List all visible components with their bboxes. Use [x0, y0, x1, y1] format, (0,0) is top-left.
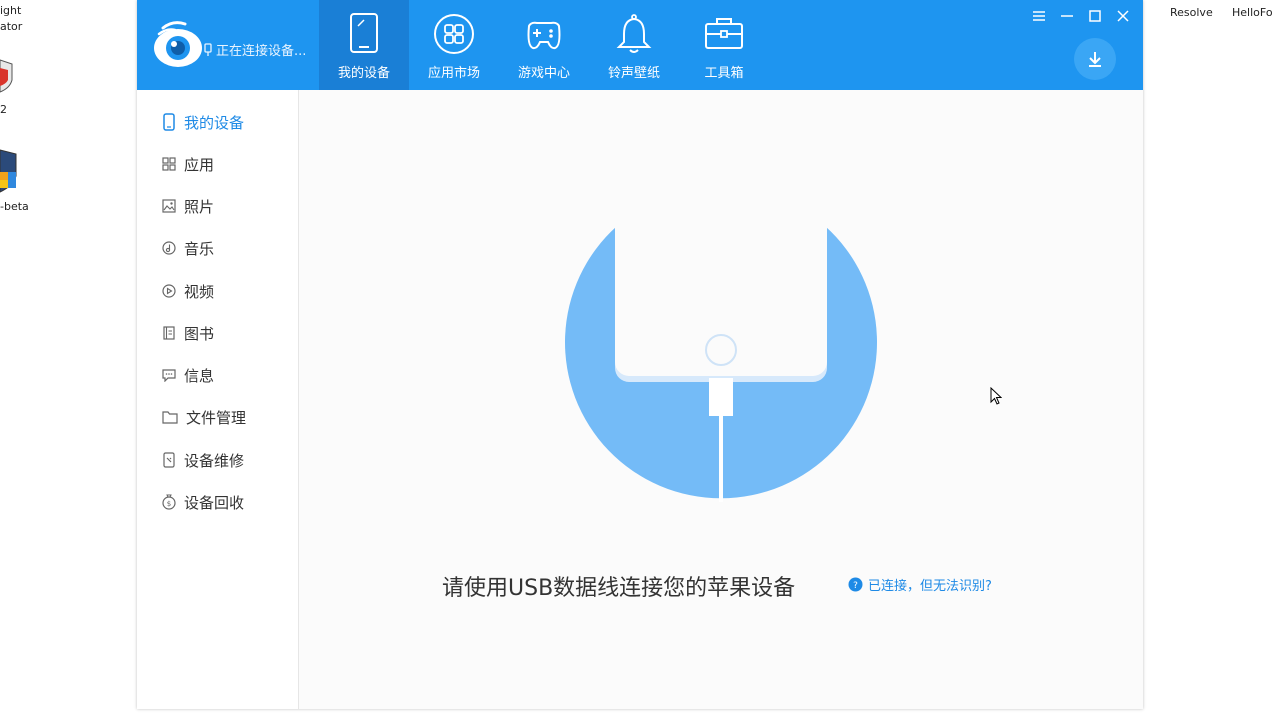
usb-connect-illustration	[565, 226, 877, 502]
sidebar-item-video[interactable]: 视频	[162, 279, 214, 303]
video-icon	[162, 284, 176, 298]
download-button[interactable]	[1074, 38, 1116, 80]
sidebar-item-books[interactable]: 图书	[162, 321, 214, 345]
download-icon	[1089, 52, 1101, 67]
sidebar-item-label: 照片	[184, 197, 215, 216]
music-icon	[162, 241, 176, 255]
connection-status-text: 正在连接设备...	[216, 44, 307, 59]
svg-text:$: $	[167, 500, 171, 508]
shield-app-icon[interactable]	[0, 58, 14, 94]
help-icon: ?	[848, 577, 863, 592]
tab-app-market[interactable]: 应用市场	[409, 0, 499, 90]
desktop-icon-label[interactable]: 2	[0, 103, 7, 116]
tab-label: 游戏中心	[517, 66, 570, 81]
minimize-icon[interactable]	[1059, 8, 1075, 24]
repair-icon	[163, 452, 175, 468]
recycle-icon: $	[162, 494, 176, 510]
sidebar-item-label: 音乐	[184, 239, 215, 258]
app-window: 正在连接设备... 我的设备 应用市场 游戏中心 铃声壁纸 工具箱 我的设备 应…	[137, 0, 1143, 709]
sidebar-item-music[interactable]: 音乐	[162, 236, 214, 260]
sidebar-item-label: 文件管理	[186, 408, 247, 427]
main-content: 请使用USB数据线连接您的苹果设备 ? 已连接，但无法识别?	[299, 90, 1143, 709]
menu-icon[interactable]	[1031, 8, 1047, 24]
top-bar: 正在连接设备... 我的设备 应用市场 游戏中心 铃声壁纸 工具箱	[137, 0, 1143, 90]
tablet-icon	[350, 13, 378, 53]
tab-game-center[interactable]: 游戏中心	[499, 0, 589, 90]
sidebar-item-label: 设备回收	[184, 493, 245, 512]
tab-ringtone-wallpaper[interactable]: 铃声壁纸	[589, 0, 679, 90]
tab-label: 我的设备	[337, 66, 390, 81]
apps-icon	[162, 157, 176, 171]
sidebar-item-my-device[interactable]: 我的设备	[162, 110, 244, 134]
photo-icon	[162, 199, 176, 213]
desktop-icon-label[interactable]: -beta	[0, 200, 29, 213]
main-nav: 我的设备 应用市场 游戏中心 铃声壁纸 工具箱	[319, 0, 769, 90]
tab-label: 铃声壁纸	[607, 66, 660, 81]
connect-prompt: 请使用USB数据线连接您的苹果设备	[442, 576, 796, 601]
sidebar-item-device-repair[interactable]: 设备维修	[162, 448, 244, 472]
sidebar-item-label: 设备维修	[184, 451, 245, 470]
desktop-icon-label[interactable]: Resolve	[1170, 6, 1213, 19]
sidebar-item-apps[interactable]: 应用	[162, 152, 214, 176]
apps-grid-icon	[434, 14, 474, 54]
sidebar-item-file-manager[interactable]: 文件管理	[162, 405, 246, 429]
shield-beta-app-icon[interactable]	[0, 148, 20, 194]
plug-icon	[204, 42, 212, 56]
svg-text:?: ?	[853, 581, 858, 591]
mouse-cursor-icon	[990, 387, 1002, 405]
help-link[interactable]: ? 已连接，但无法识别?	[848, 575, 992, 594]
tab-my-device[interactable]: 我的设备	[319, 0, 409, 90]
app-logo-icon[interactable]	[151, 18, 205, 70]
sidebar: 我的设备 应用 照片 音乐 视频 图书 信息 文件管理 设备维修 $ 设备回收	[137, 90, 299, 709]
window-controls	[1031, 8, 1131, 24]
sidebar-item-label: 应用	[184, 155, 215, 174]
desktop-icon-label[interactable]: ight	[0, 4, 21, 17]
desktop-icon-label[interactable]: HelloFo	[1232, 6, 1273, 19]
toolbox-icon	[705, 18, 743, 49]
sidebar-item-label: 我的设备	[184, 113, 245, 132]
sidebar-item-messages[interactable]: 信息	[162, 363, 214, 387]
sidebar-item-photos[interactable]: 照片	[162, 194, 214, 218]
tab-toolbox[interactable]: 工具箱	[679, 0, 769, 90]
tab-label: 工具箱	[704, 66, 744, 81]
phone-icon	[163, 113, 175, 131]
sidebar-item-label: 信息	[184, 366, 215, 385]
connection-status: 正在连接设备...	[203, 40, 306, 59]
close-icon[interactable]	[1115, 8, 1131, 24]
tab-label: 应用市场	[427, 66, 480, 81]
message-icon	[162, 369, 176, 382]
gamepad-icon	[527, 21, 561, 50]
help-link-label: 已连接，但无法识别?	[868, 579, 992, 594]
book-icon	[163, 326, 175, 340]
maximize-icon[interactable]	[1087, 8, 1103, 24]
sidebar-item-device-recycle[interactable]: $ 设备回收	[162, 490, 244, 514]
sidebar-item-label: 视频	[184, 282, 215, 301]
folder-icon	[162, 411, 178, 424]
sidebar-item-label: 图书	[184, 324, 215, 343]
desktop-icon-label[interactable]: ator	[0, 20, 22, 33]
bell-icon	[616, 14, 652, 53]
